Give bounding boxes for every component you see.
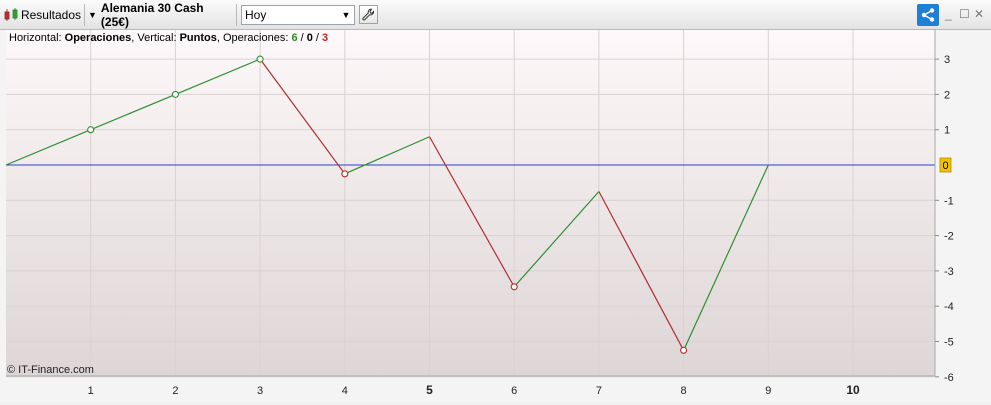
toolbar-divider	[236, 4, 237, 26]
chevron-down-icon[interactable]: ▼	[338, 6, 354, 24]
results-label: Resultados	[20, 8, 81, 22]
trade-point	[87, 126, 95, 134]
period-select[interactable]: Hoy ▼	[241, 5, 355, 25]
copyright-label: © IT-Finance.com	[7, 364, 94, 376]
x-tick-label: 2	[172, 385, 178, 397]
x-tick-label: 8	[681, 385, 687, 397]
y-tick-label: -4	[944, 301, 954, 313]
toolbar-divider	[84, 4, 85, 26]
y-tick-label: -6	[944, 372, 954, 384]
chart-panel: 3 2 1 -1 -2 -3 -4 -5 -6 0 1 2 3 4 5 6 7 8 9 10	[0, 30, 991, 402]
x-tick-label: 5	[426, 383, 433, 397]
share-icon	[921, 8, 935, 22]
y-tick-label: 1	[944, 125, 950, 137]
dropdown-caret-icon: ▼	[88, 10, 97, 20]
y-tick-label: -5	[944, 337, 954, 349]
toolbar: Resultados ▼ Alemania 30 Cash (25€) Hoy …	[0, 0, 991, 30]
x-tick-label: 4	[342, 385, 348, 397]
results-line-chart[interactable]: 3 2 1 -1 -2 -3 -4 -5 -6 0 1 2 3 4 5 6 7 8 9 10	[0, 30, 991, 402]
instrument-selector[interactable]: ▼ Alemania 30 Cash (25€)	[88, 1, 232, 29]
chart-info-line: Horizontal: Operaciones, Vertical: Punto…	[9, 32, 328, 44]
trade-point	[680, 346, 688, 354]
wrench-icon	[362, 8, 375, 21]
y-tick-label: 3	[944, 54, 950, 66]
horizontal-value: Operaciones	[64, 32, 132, 44]
y-tick-label: -2	[944, 231, 954, 243]
ops-label: , Operaciones:	[216, 32, 292, 44]
ops-separator: /	[312, 32, 323, 44]
losing-ops-count: 3	[322, 32, 329, 44]
results-button[interactable]: Resultados	[3, 4, 81, 26]
candlestick-icon	[4, 8, 18, 21]
vertical-value: Puntos	[179, 32, 217, 44]
x-tick-label: 9	[765, 385, 771, 397]
close-icon[interactable]: ✕	[974, 7, 984, 21]
instrument-label: Alemania 30 Cash (25€)	[100, 1, 204, 29]
minimize-icon[interactable]: _	[945, 7, 952, 21]
trade-point	[256, 55, 264, 63]
x-tick-label: 3	[257, 385, 263, 397]
x-tick-label: 7	[596, 385, 602, 397]
x-tick-label: 6	[511, 385, 517, 397]
y-tick-label: -1	[944, 195, 954, 207]
trade-point	[171, 90, 179, 98]
share-button[interactable]	[917, 4, 939, 26]
zero-value-label: 0	[943, 160, 949, 172]
y-tick-label: -3	[944, 266, 954, 278]
period-value: Hoy	[245, 8, 267, 22]
trade-point	[510, 283, 518, 291]
x-tick-label: 1	[88, 385, 94, 397]
maximize-icon[interactable]: ☐	[959, 7, 970, 21]
y-tick-label: 2	[944, 89, 950, 101]
plot-area	[6, 30, 935, 376]
x-tick-label: 10	[846, 383, 860, 397]
vertical-label: , Vertical:	[131, 32, 180, 44]
horizontal-label: Horizontal:	[9, 32, 65, 44]
settings-wrench-button[interactable]	[359, 5, 378, 24]
ops-separator: /	[297, 32, 307, 44]
trade-point	[341, 170, 349, 178]
